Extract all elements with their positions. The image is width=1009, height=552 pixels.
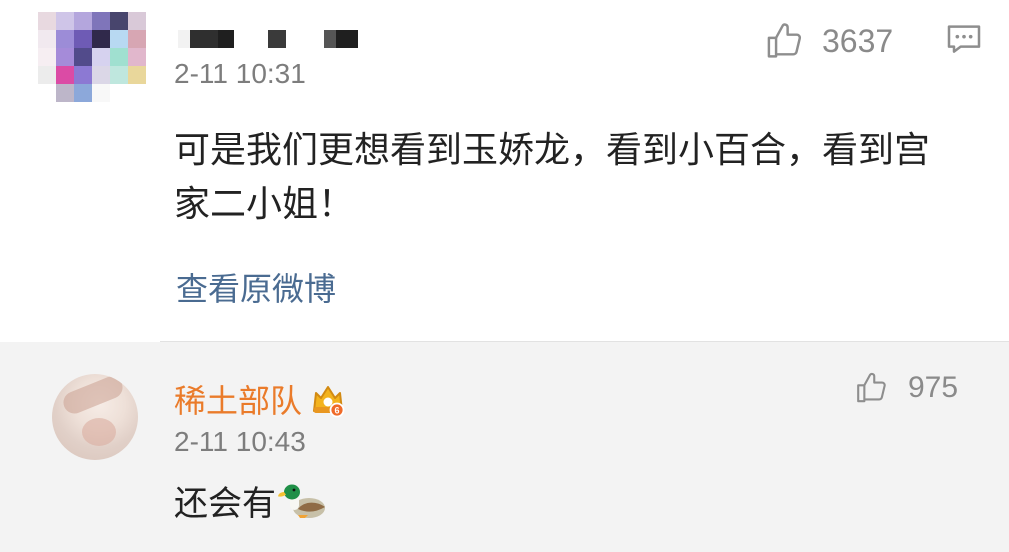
thumbs-up-icon <box>857 372 886 403</box>
like-count: 975 <box>908 371 959 404</box>
vip-crown-badge-icon: 6 <box>313 386 345 418</box>
reply-body: 还会有 <box>174 476 330 525</box>
pixelated-avatar[interactable] <box>38 12 146 118</box>
duck-emoji <box>278 484 325 518</box>
view-original-weibo-link[interactable]: 查看原微博 <box>176 264 336 310</box>
user-avatar[interactable] <box>52 374 138 460</box>
comment-timestamp: 2-11 10:31 <box>174 58 306 89</box>
like-button[interactable]: 3637 <box>764 20 893 62</box>
like-button[interactable]: 975 <box>854 370 958 406</box>
comment-body: 可是我们更想看到玉娇龙，看到小百合，看到宫家二小姐！ <box>174 130 931 225</box>
thumbs-up-icon <box>767 23 802 58</box>
username-link[interactable]: 稀土部队 <box>174 376 302 422</box>
svg-text:6: 6 <box>335 405 340 415</box>
comment-item: 3637 2-11 10:31 可是我们更想看到玉娇龙，看到小百合，看到宫家二小… <box>0 0 1009 342</box>
comment-item: 稀土部队 6 975 2-11 10:43 还会有 <box>0 342 1009 552</box>
like-count: 3637 <box>822 22 894 59</box>
comment-body: 还会有 <box>174 484 276 524</box>
username-row: 稀土部队 6 <box>174 376 348 422</box>
pixelated-username[interactable] <box>178 30 368 50</box>
comment-icon[interactable] <box>944 20 984 60</box>
comment-timestamp: 2-11 10:43 <box>174 426 306 457</box>
